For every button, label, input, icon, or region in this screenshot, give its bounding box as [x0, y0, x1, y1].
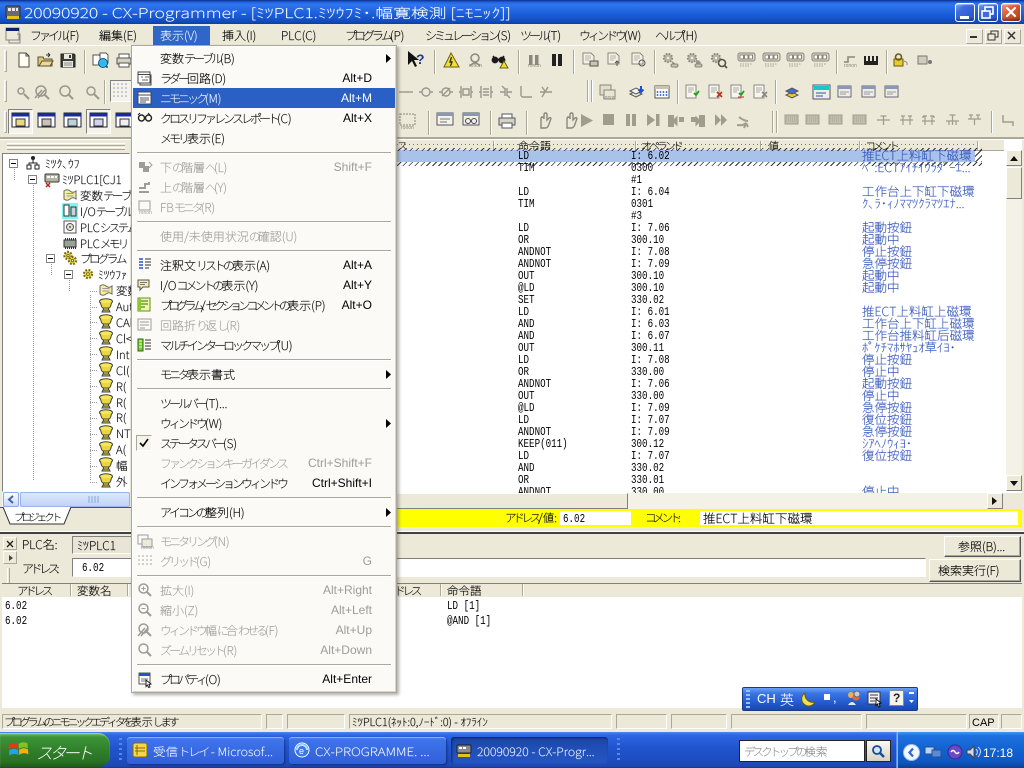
svg-text:ronon: ronon: [844, 63, 857, 69]
svg-text:ronon: ronon: [401, 125, 414, 131]
svg-text:e: e: [299, 746, 304, 756]
svg-text:?: ?: [416, 51, 425, 67]
svg-text:ronon: ronon: [603, 95, 616, 101]
svg-text:ronon: ronon: [139, 210, 152, 216]
svg-text:ronon: ronon: [528, 63, 541, 69]
svg-text:ronon: ronon: [141, 545, 154, 551]
svg-text:ronon: ronon: [469, 63, 482, 69]
